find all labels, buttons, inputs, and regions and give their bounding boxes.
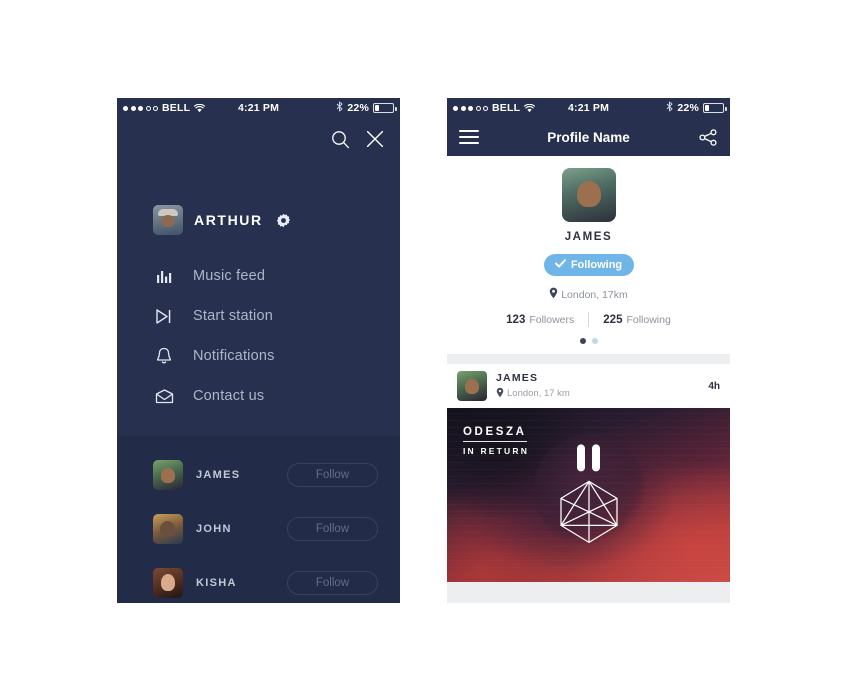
- feed-post: JAMES London, 17 km 4h ODESZA IN RETURN: [447, 364, 730, 582]
- carrier-label: BELL: [162, 102, 191, 114]
- following-count: 225: [603, 313, 623, 326]
- screenshot-canvas: BELL 4:21 PM 22% ARTHUR Music feed Start…: [0, 0, 847, 678]
- avatar: [153, 568, 183, 598]
- pager-dot-active[interactable]: [579, 338, 586, 344]
- current-user-row[interactable]: ARTHUR: [117, 202, 400, 238]
- player-controls: [549, 444, 629, 554]
- follow-button[interactable]: Follow: [287, 571, 378, 595]
- signal-strength-icon: [123, 105, 158, 111]
- nav-item-music-feed[interactable]: Music feed: [117, 256, 400, 296]
- following-stat[interactable]: 225 Following: [589, 314, 685, 326]
- list-item[interactable]: JOHN Follow: [117, 502, 400, 556]
- play-next-icon: [153, 308, 175, 325]
- album-artwork[interactable]: ODESZA IN RETURN: [447, 408, 730, 582]
- followers-count: 123: [506, 313, 526, 326]
- profile-card: JAMES Following London, 17km 123 Followe…: [447, 156, 730, 354]
- status-bar-carrier-group: BELL: [453, 102, 536, 114]
- menu-spacer: [117, 416, 400, 436]
- artist-name: ODESZA: [463, 426, 527, 442]
- gear-icon[interactable]: [276, 213, 291, 228]
- suggestion-name: JAMES: [196, 469, 241, 481]
- battery-icon: [373, 103, 397, 113]
- follow-button[interactable]: Follow: [287, 463, 378, 487]
- profile-location-label: London, 17km: [561, 288, 628, 301]
- card-separator: [447, 354, 730, 364]
- profile-screen: BELL 4:21 PM 22% Profile Name JAMES Foll…: [447, 98, 730, 603]
- following-button[interactable]: Following: [543, 254, 634, 276]
- pause-icon[interactable]: [577, 444, 600, 472]
- followers-stat[interactable]: 123 Followers: [492, 314, 588, 326]
- nav-item-label: Start station: [193, 308, 273, 324]
- menu-screen: BELL 4:21 PM 22% ARTHUR Music feed Start…: [117, 98, 400, 603]
- pager-dot-inactive[interactable]: [591, 338, 598, 344]
- list-item[interactable]: KISHA Follow: [117, 556, 400, 603]
- battery-percent-label: 22%: [677, 102, 699, 114]
- avatar: [153, 514, 183, 544]
- battery-percent-label: 22%: [347, 102, 369, 114]
- nav-item-label: Music feed: [193, 268, 266, 284]
- carousel-pager[interactable]: [447, 338, 730, 344]
- album-name: IN RETURN: [463, 446, 530, 456]
- following-label: Following: [626, 313, 671, 326]
- nav-item-label: Notifications: [193, 348, 275, 364]
- current-user-name: ARTHUR: [194, 212, 263, 228]
- post-meta: JAMES London, 17 km: [496, 372, 570, 401]
- envelope-icon: [153, 388, 175, 404]
- avatar: [153, 460, 183, 490]
- navbar: Profile Name: [447, 118, 730, 156]
- follow-button[interactable]: Follow: [287, 517, 378, 541]
- bluetooth-icon: [666, 101, 673, 115]
- nav-item-start-station[interactable]: Start station: [117, 296, 400, 336]
- status-bar-right: BELL 4:21 PM 22%: [447, 98, 730, 118]
- check-icon: [554, 259, 566, 271]
- avatar: [153, 205, 183, 235]
- following-button-label: Following: [570, 259, 623, 271]
- nav-item-contact-us[interactable]: Contact us: [117, 376, 400, 416]
- icosahedron-logo-icon: [549, 475, 629, 554]
- post-location-label: London, 17 km: [507, 388, 570, 399]
- suggestion-name: JOHN: [196, 523, 232, 535]
- page-title: Profile Name: [547, 129, 630, 145]
- battery-icon: [703, 103, 727, 113]
- nav-item-notifications[interactable]: Notifications: [117, 336, 400, 376]
- status-bar-left: BELL 4:21 PM 22%: [117, 98, 400, 118]
- signal-strength-icon: [453, 105, 488, 111]
- menu-top-actions: [117, 118, 400, 160]
- wifi-icon: [194, 103, 206, 113]
- location-pin-icon: [496, 387, 504, 401]
- nav-list: Music feed Start station Notifications C…: [117, 256, 400, 416]
- profile-stats: 123 Followers 225 Following: [447, 312, 730, 327]
- post-location: London, 17 km: [496, 387, 570, 401]
- followers-label: Followers: [529, 313, 575, 326]
- bluetooth-icon: [336, 101, 343, 115]
- close-icon[interactable]: [366, 130, 384, 148]
- search-icon[interactable]: [331, 130, 350, 149]
- nav-item-label: Contact us: [193, 388, 265, 404]
- post-timestamp: 4h: [708, 380, 720, 392]
- avatar: [561, 168, 616, 222]
- list-item[interactable]: JAMES Follow: [117, 448, 400, 502]
- suggestions-list: JAMES Follow JOHN Follow KISHA Follow: [117, 436, 400, 603]
- profile-name: JAMES: [564, 231, 613, 243]
- profile-location: London, 17km: [447, 287, 730, 302]
- status-bar-right-group: 22%: [666, 101, 727, 115]
- post-author: JAMES: [496, 371, 539, 384]
- suggestion-name: KISHA: [196, 577, 237, 589]
- share-icon[interactable]: [699, 128, 718, 146]
- equalizer-icon: [153, 268, 175, 285]
- status-bar-right-group: 22%: [336, 101, 397, 115]
- bell-icon: [153, 347, 175, 365]
- post-header: JAMES London, 17 km 4h: [447, 364, 730, 408]
- avatar: [457, 371, 487, 401]
- album-title-block: ODESZA IN RETURN: [463, 422, 529, 456]
- hamburger-icon[interactable]: [459, 130, 479, 144]
- wifi-icon: [524, 103, 536, 113]
- carrier-label: BELL: [492, 102, 521, 114]
- status-bar-carrier-group: BELL: [123, 102, 206, 114]
- location-pin-icon: [549, 287, 558, 302]
